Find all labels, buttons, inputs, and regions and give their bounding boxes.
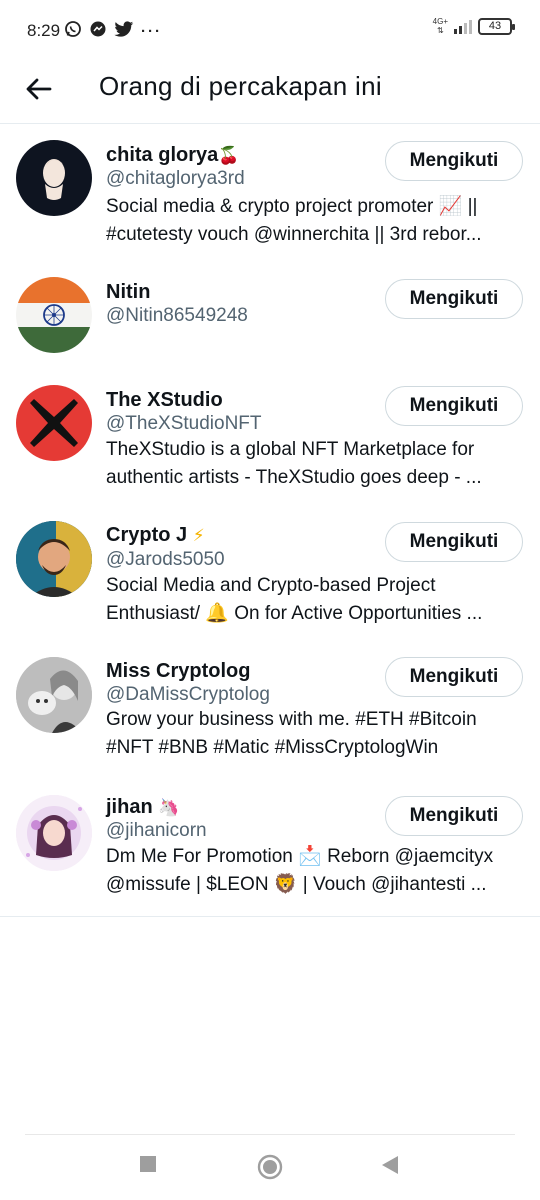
battery-level: 43 [488, 19, 502, 32]
following-button[interactable]: Mengikuti [385, 796, 523, 836]
page-title: Orang di percakapan ini [99, 71, 382, 101]
avatar[interactable] [16, 277, 92, 353]
user-name[interactable]: Crypto J ⚡ [106, 524, 205, 547]
list-end-divider [0, 916, 540, 917]
user-bio: Social media & crypto project promoter 📈… [106, 196, 482, 245]
battery-icon: 43 [478, 17, 515, 35]
avatar[interactable] [16, 521, 92, 597]
following-button[interactable]: Mengikuti [385, 141, 523, 181]
twitter-icon [114, 20, 134, 44]
user-name[interactable]: jihan 🦄 [106, 796, 179, 819]
avatar[interactable] [16, 140, 92, 216]
user-handle[interactable]: @chitaglorya3rd [106, 168, 245, 190]
unicorn-icon: 🦄 [158, 798, 180, 818]
header: Orang di percakapan ini [0, 60, 540, 124]
user-name[interactable]: chita glorya🍒 [106, 144, 239, 167]
messenger-icon [89, 20, 107, 44]
more-notifications-icon: ··· [141, 23, 162, 40]
avatar[interactable] [16, 795, 92, 871]
user-row-nitin[interactable]: Nitin @Nitin86549248 Mengikuti [0, 261, 540, 371]
user-row-jihan[interactable]: jihan 🦄 @jihanicorn Dm Me For Promotion … [0, 779, 540, 915]
following-button[interactable]: Mengikuti [385, 522, 523, 562]
user-row-miss-cryptolog[interactable]: Miss Cryptolog @DaMissCryptolog Grow you… [0, 643, 540, 779]
user-handle[interactable]: @DaMissCryptolog [106, 684, 270, 706]
back-triangle-icon[interactable] [381, 1155, 399, 1180]
user-bio: Dm Me For Promotion 📩 Reborn @jaemcityx … [106, 846, 494, 895]
status-time: 8:29 [27, 21, 61, 40]
user-bio: TheXStudio is a global NFT Marketplace f… [106, 439, 482, 488]
lightning-icon: ⚡ [192, 526, 205, 546]
status-bar: 8:29 ··· 4G+ ⇅ 43 [0, 0, 540, 60]
user-name[interactable]: Nitin [106, 281, 150, 304]
following-button[interactable]: Mengikuti [385, 279, 523, 319]
recents-square-icon[interactable] [139, 1155, 157, 1178]
user-bio: Social Media and Crypto-based Project En… [106, 575, 483, 624]
network-type: 4G+ [432, 17, 448, 26]
avatar[interactable] [16, 657, 92, 733]
nav-divider [25, 1134, 515, 1135]
signal-icon [454, 18, 472, 34]
following-button[interactable]: Mengikuti [385, 386, 523, 426]
user-row-chita-glorya[interactable]: chita glorya🍒 @chitaglorya3rd Social med… [0, 125, 540, 261]
user-bio: Grow your business with me. #ETH #Bitcoi… [106, 709, 477, 758]
cherry-icon: 🍒 [218, 146, 240, 166]
user-row-the-xstudio[interactable]: The XStudio @TheXStudioNFT TheXStudio is… [0, 371, 540, 507]
whatsapp-icon [64, 20, 82, 44]
user-handle[interactable]: @TheXStudioNFT [106, 413, 262, 435]
user-handle[interactable]: @Jarods5050 [106, 549, 225, 571]
back-arrow-icon[interactable] [22, 72, 56, 106]
avatar[interactable] [16, 385, 92, 461]
user-row-crypto-j[interactable]: Crypto J ⚡ @Jarods5050 Social Media and … [0, 507, 540, 643]
user-name[interactable]: Miss Cryptolog [106, 660, 250, 683]
user-handle[interactable]: @Nitin86549248 [106, 305, 248, 327]
user-handle[interactable]: @jihanicorn [106, 820, 207, 842]
following-button[interactable]: Mengikuti [385, 657, 523, 697]
data-arrows-icon: ⇅ [436, 26, 444, 35]
home-circle-icon[interactable] [257, 1154, 283, 1185]
user-name[interactable]: The XStudio [106, 389, 223, 412]
